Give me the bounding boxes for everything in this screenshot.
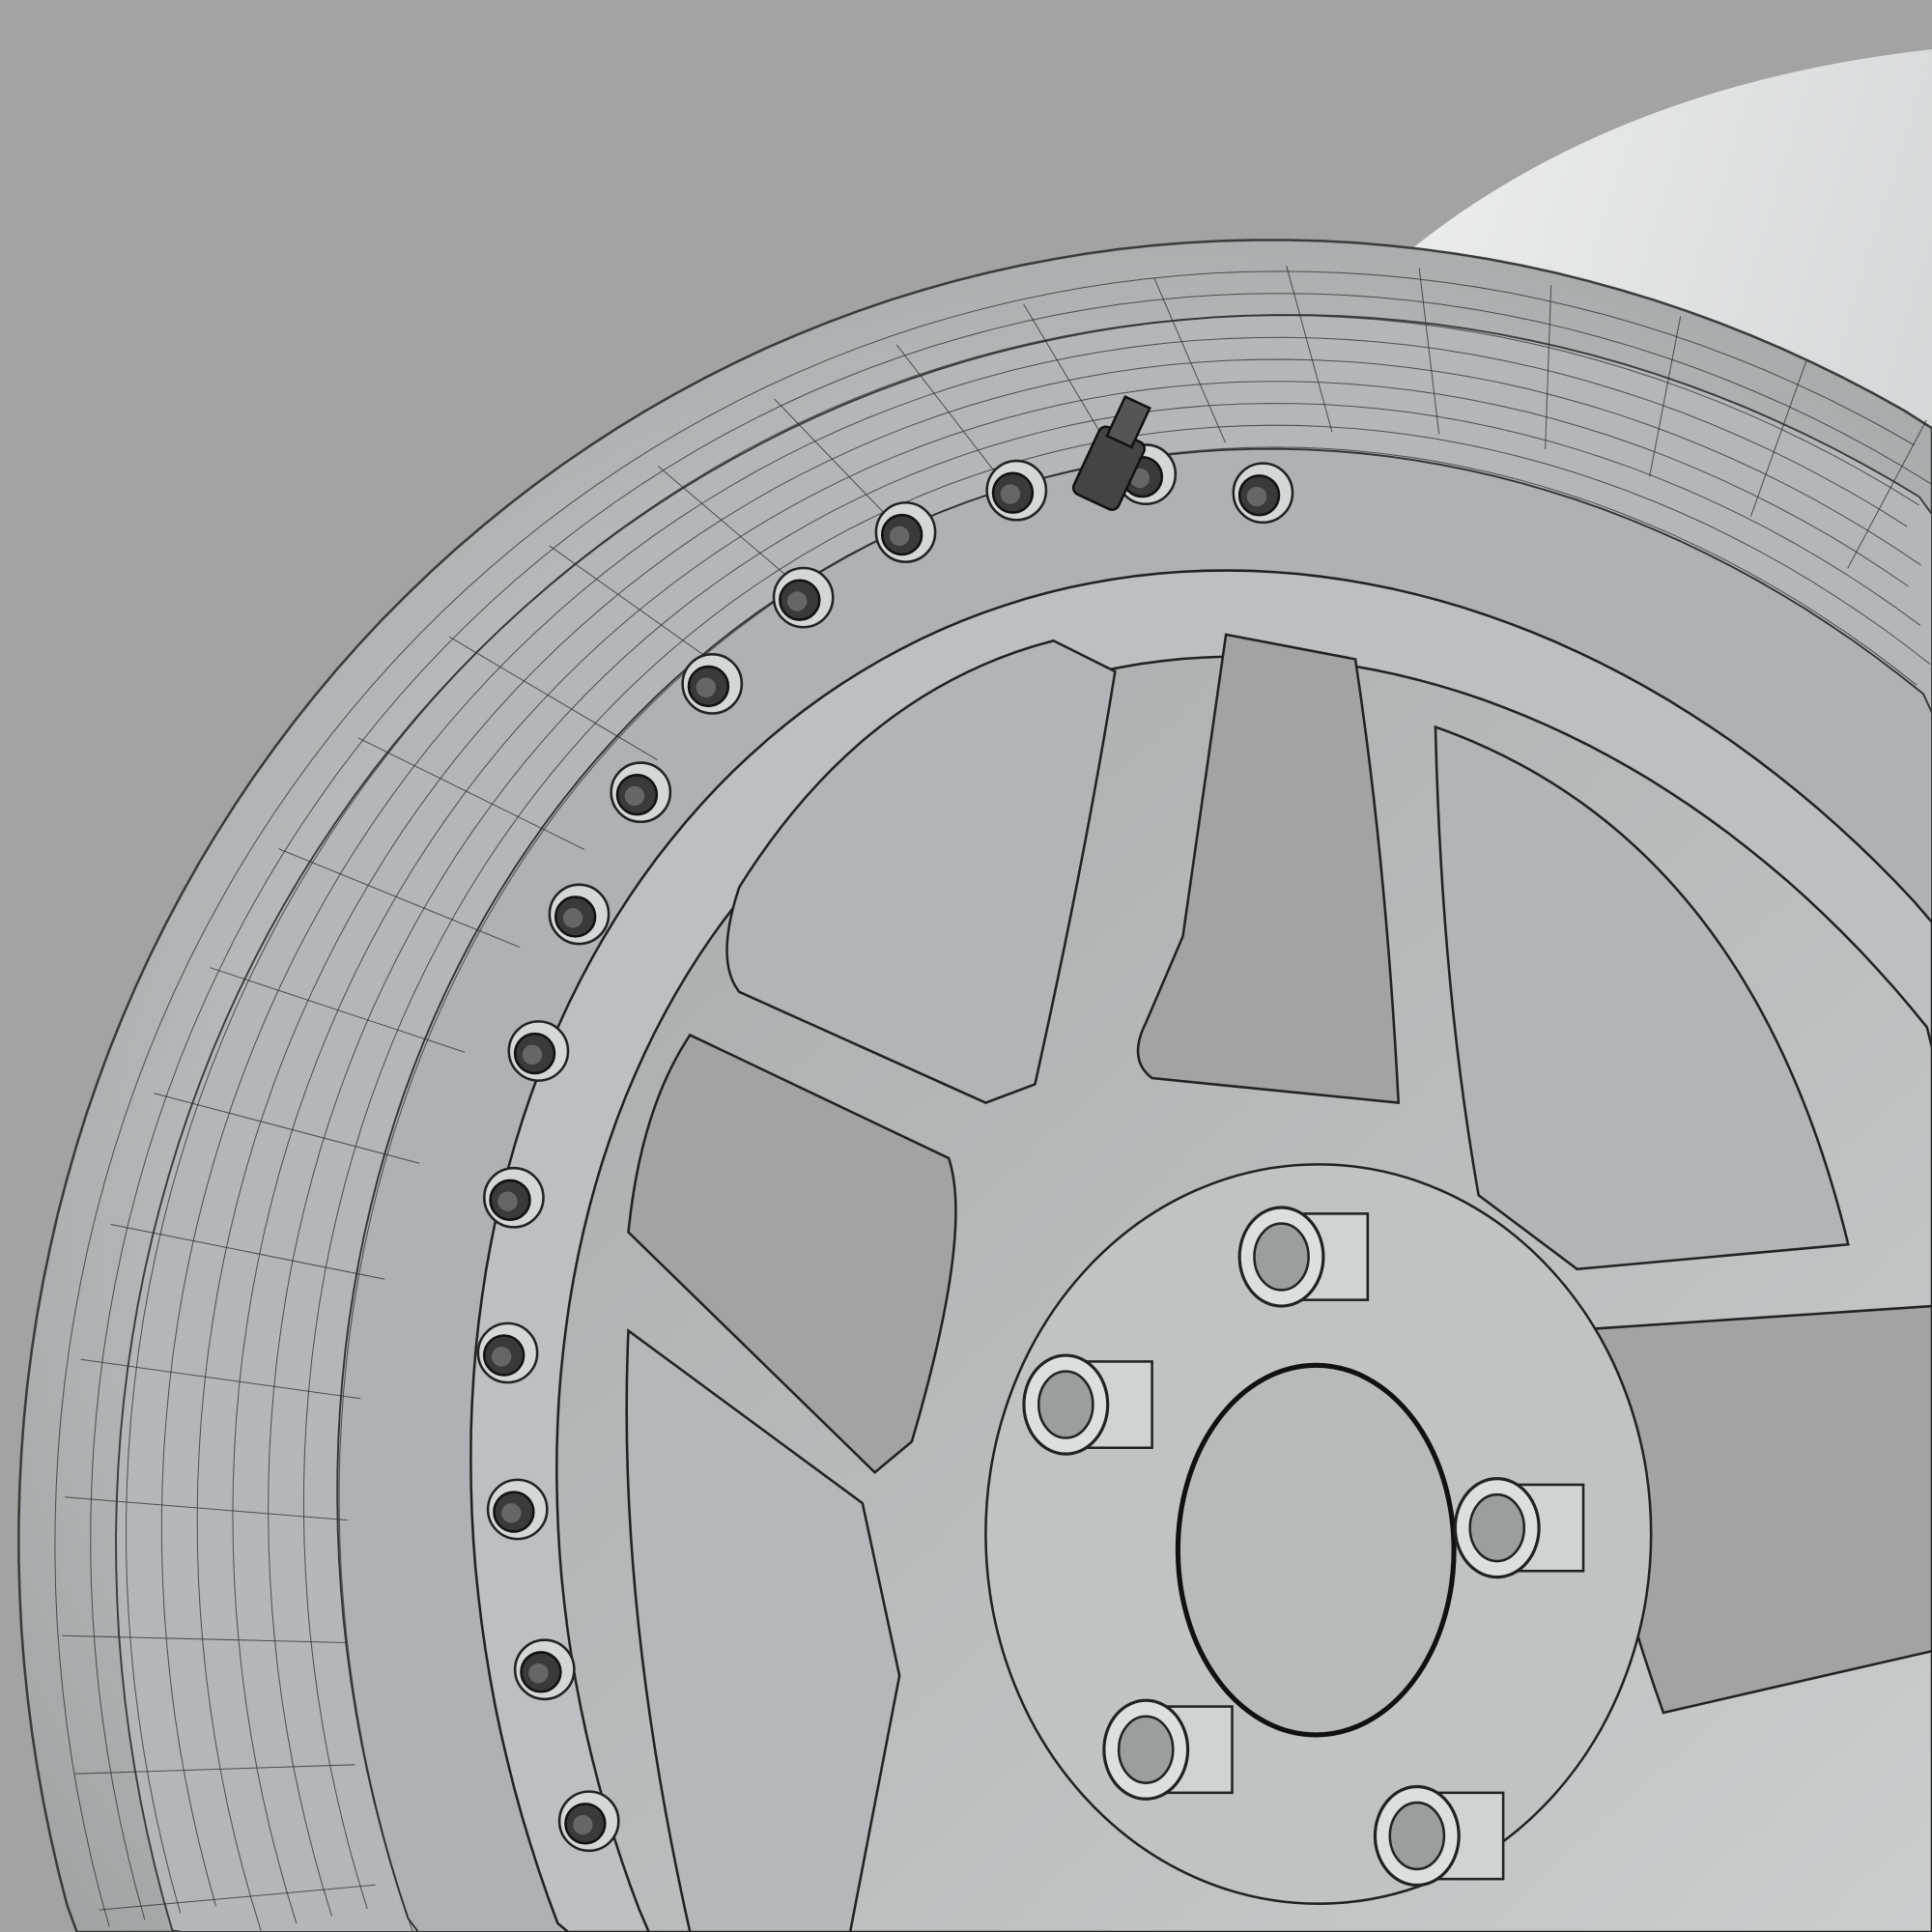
rim-bolt: [513, 1638, 576, 1701]
rim-bolt: [486, 1478, 549, 1541]
lug-nut: [1102, 1698, 1234, 1801]
rim-bolt: [772, 566, 835, 629]
rim-bolt: [483, 1166, 545, 1229]
rim-bolt: [548, 883, 611, 946]
rim-bolt: [610, 761, 672, 824]
rim-bolt: [874, 501, 937, 563]
wheel-render-viewport: [0, 0, 1932, 1932]
rim-bolt: [985, 459, 1048, 522]
lug-nut: [1453, 1477, 1585, 1579]
center-bore: [1175, 1362, 1457, 1738]
rim-bolt: [507, 1020, 570, 1082]
lug-nut: [1373, 1784, 1505, 1888]
lug-nut: [1022, 1353, 1153, 1456]
rim-bolt: [557, 1790, 620, 1853]
rim-bolt: [476, 1321, 539, 1384]
rim-bolt: [1232, 462, 1294, 525]
rim-bolt: [681, 653, 744, 715]
lug-nut: [1237, 1206, 1370, 1308]
